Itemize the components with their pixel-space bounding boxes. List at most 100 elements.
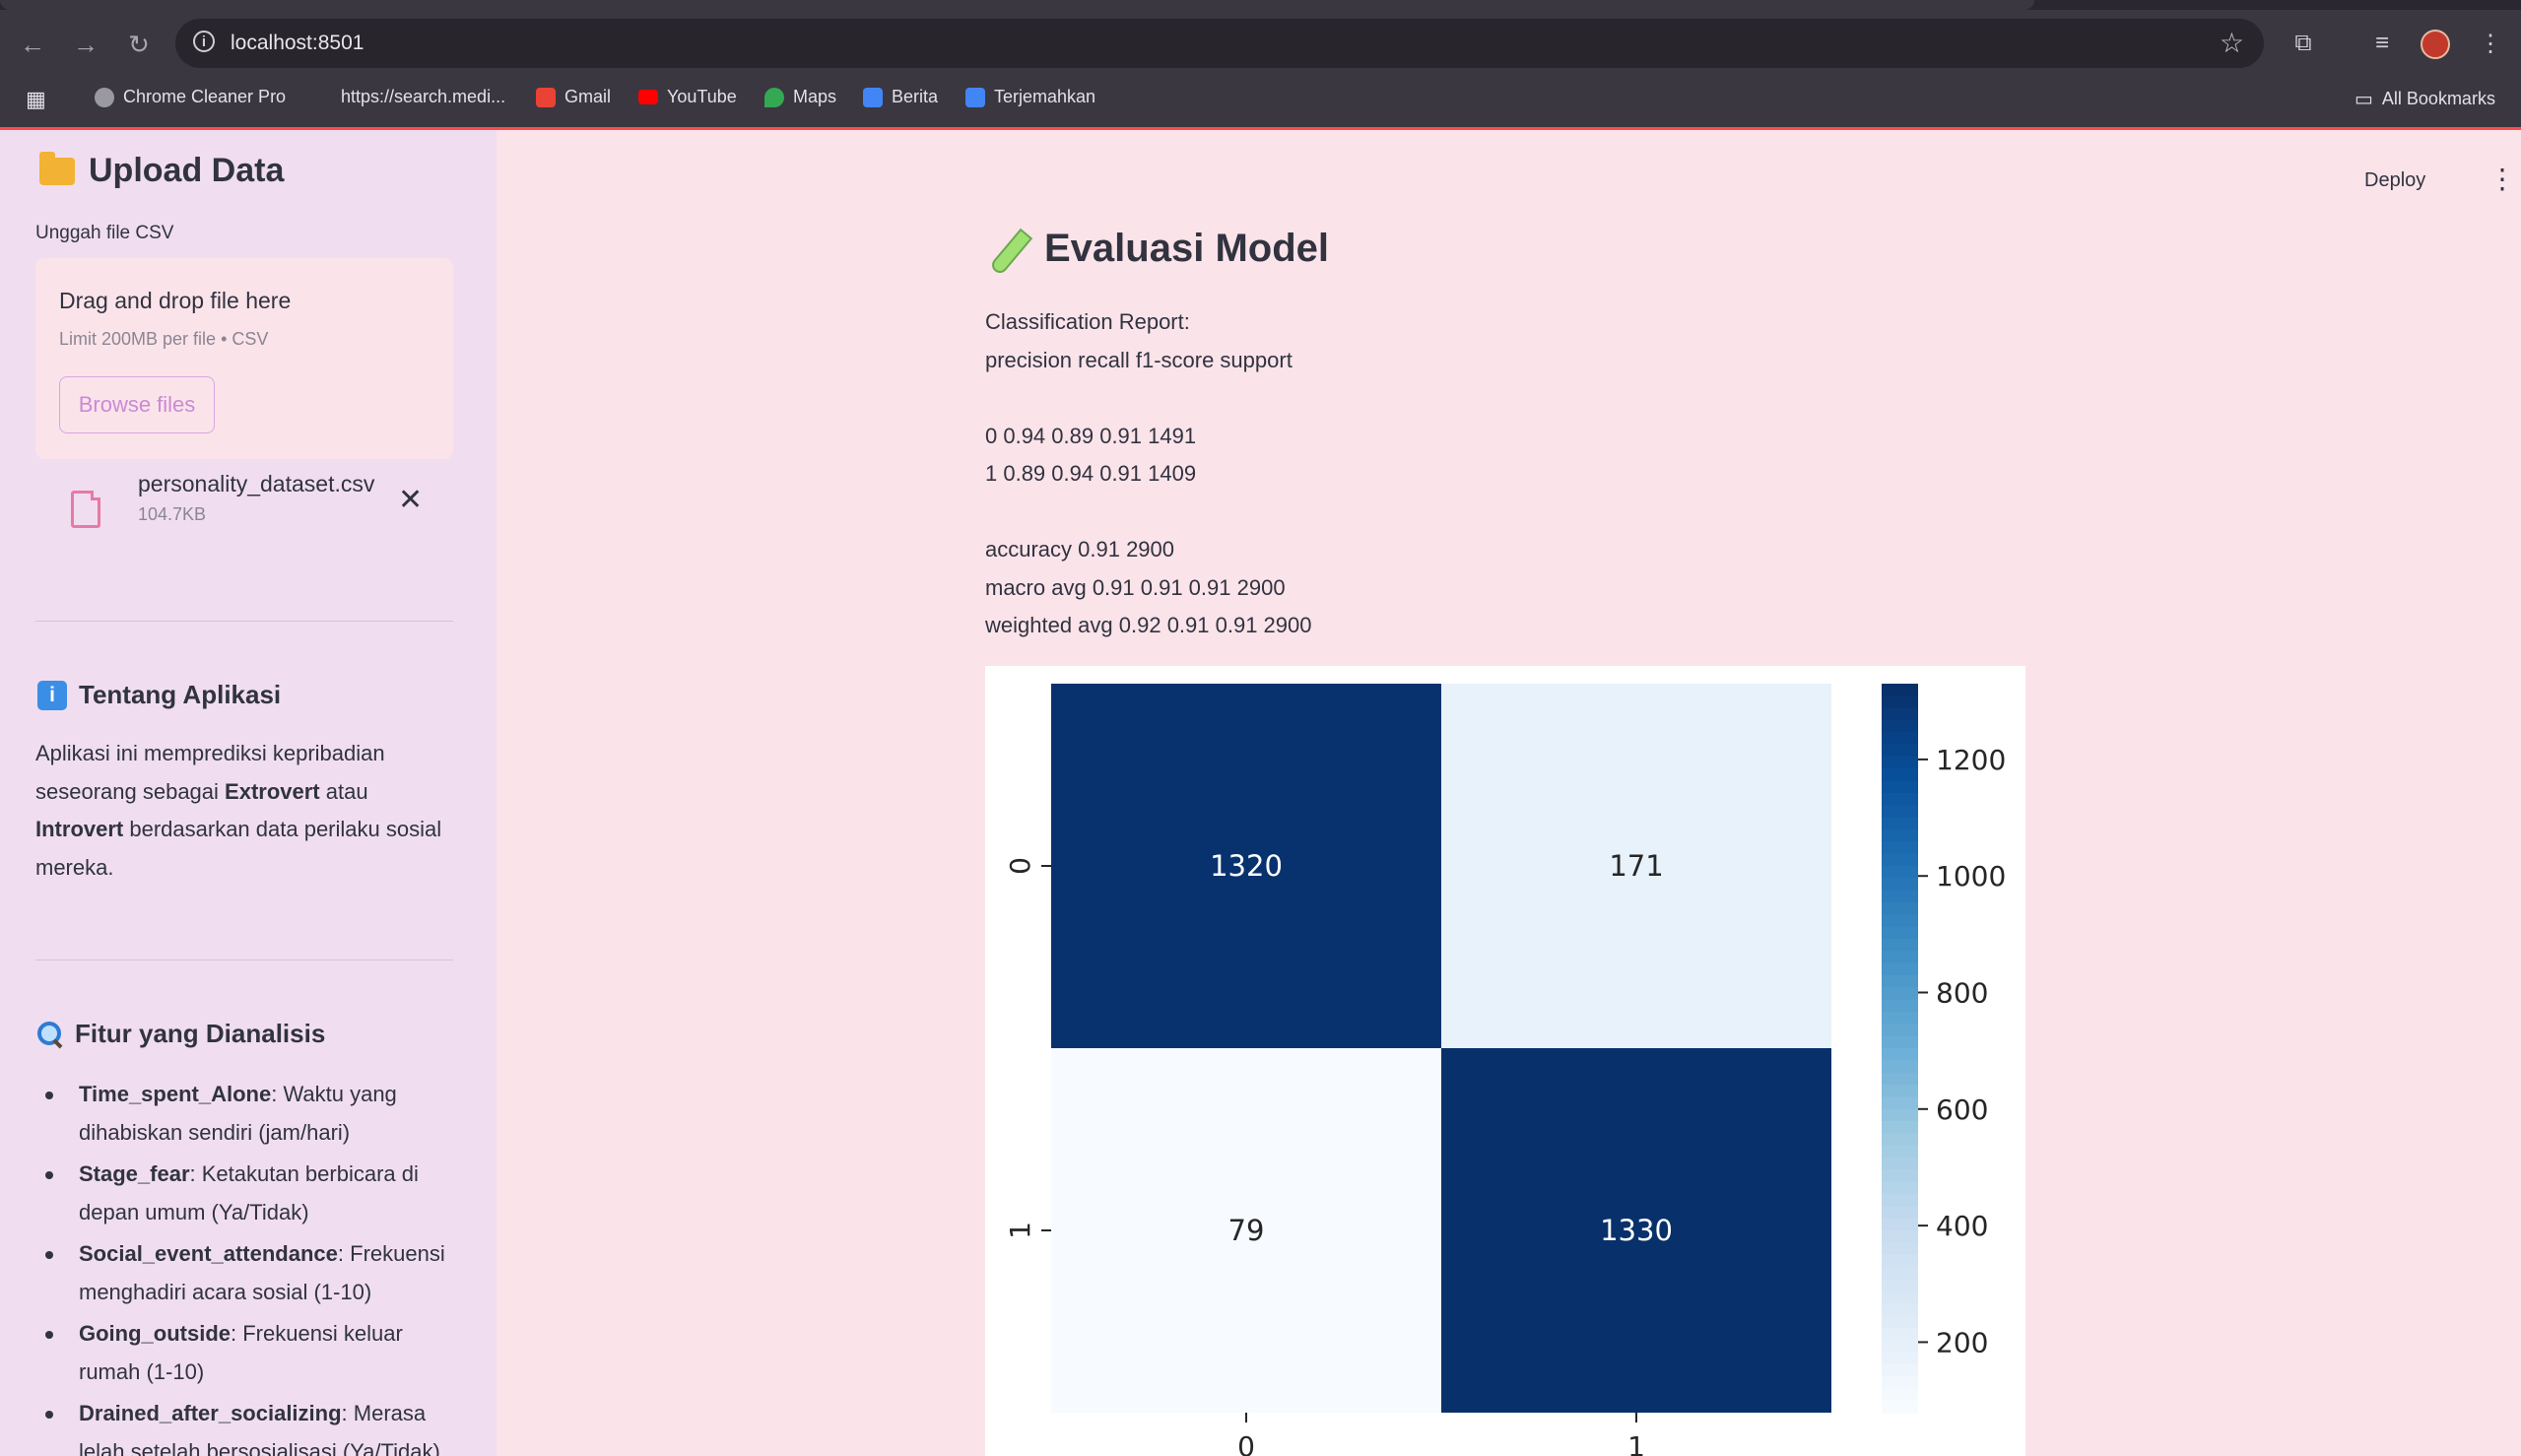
dropzone-limit: Limit 200MB per file • CSV [59, 329, 269, 349]
about-extrovert: Extrovert [225, 778, 320, 804]
feature-name: Stage_fear [79, 1161, 190, 1186]
bookmarks-bar: ▦ Chrome Cleaner Pro https://search.medi… [0, 79, 2521, 118]
remove-file-icon[interactable]: ✕ [398, 483, 423, 517]
bookmark-maps[interactable]: Maps [764, 87, 836, 107]
colorbar-segment [1882, 1121, 1918, 1135]
media-controls-icon[interactable]: ≡ [2364, 26, 2400, 61]
reload-icon[interactable]: ↻ [122, 28, 156, 61]
colorbar-segment [1882, 1060, 1918, 1074]
feature-name: Social_event_attendance [79, 1241, 338, 1266]
apps-grid-icon[interactable]: ▦ [26, 87, 46, 112]
colorbar-segment [1882, 987, 1918, 1001]
colorbar-segment [1882, 878, 1918, 892]
colorbar-segment [1882, 780, 1918, 794]
app-menu-icon[interactable]: ⋮ [2488, 165, 2516, 193]
upload-title: Upload Data [89, 152, 285, 189]
bookmark-label: Chrome Cleaner Pro [123, 87, 287, 106]
colorbar-segment [1882, 1327, 1918, 1341]
forward-icon[interactable]: → [69, 28, 102, 61]
x-tick-label: 0 [1237, 1430, 1255, 1456]
colorbar-segment [1882, 939, 1918, 953]
bookmark-star-icon[interactable]: ☆ [2220, 27, 2244, 59]
list-item: Drained_after_socializing: Merasa lelah … [35, 1395, 469, 1456]
profile-avatar[interactable] [2421, 30, 2450, 59]
uploaded-file: personality_dataset.csv 104.7KB ✕ [35, 465, 453, 554]
list-item: Going_outside: Frekuensi keluar rumah (1… [35, 1315, 469, 1391]
colorbar-segment [1882, 1181, 1918, 1195]
colorbar-segment [1882, 1024, 1918, 1037]
extensions-icon[interactable]: ⧉ [2286, 26, 2321, 61]
report-line: Classification Report: [985, 309, 1190, 334]
address-bar[interactable]: i localhost:8501 ☆ [175, 19, 2264, 68]
colorbar-segment [1882, 744, 1918, 758]
bookmark-chrome-cleaner[interactable]: Chrome Cleaner Pro [95, 87, 286, 107]
colorbar-segment [1882, 1048, 1918, 1062]
colorbar-segment [1882, 1133, 1918, 1147]
colorbar-segment [1882, 829, 1918, 843]
confusion-matrix-chart: 1320 17179 13300 10120040060080010001200 [985, 666, 2025, 1456]
x-tick-label: 1 [1627, 1430, 1645, 1456]
colorbar-segment [1882, 757, 1918, 770]
report-line: accuracy 0.91 2900 [985, 537, 1175, 562]
colorbar-segment [1882, 1291, 1918, 1304]
colorbar-segment [1882, 1388, 1918, 1402]
colorbar-segment [1882, 1012, 1918, 1026]
site-info-icon[interactable]: i [193, 31, 215, 52]
bookmark-label: Terjemahkan [994, 87, 1096, 106]
browser-menu-icon[interactable]: ⋮ [2473, 26, 2508, 61]
y-tick-label: 0 [1004, 857, 1036, 875]
all-bookmarks-label: All Bookmarks [2381, 89, 2495, 108]
deploy-button[interactable]: Deploy [2364, 169, 2425, 192]
colorbar-segment [1882, 1315, 1918, 1329]
feature-name: Drained_after_socializing [79, 1401, 342, 1425]
colorbar-segment [1882, 926, 1918, 940]
report-line: 1 0.89 0.94 0.91 1409 [985, 461, 1197, 486]
info-icon: i [37, 680, 67, 710]
youtube-icon [638, 90, 658, 104]
colorbar-segment [1882, 1303, 1918, 1317]
sidebar: Upload Data Unggah file CSV Drag and dro… [0, 130, 497, 1456]
colorbar-segment [1882, 962, 1918, 976]
all-bookmarks[interactable]: ▭ All Bookmarks [2355, 87, 2495, 111]
bookmark-label: Maps [793, 87, 837, 106]
list-item: Stage_fear: Ketakutan berbicara di depan… [35, 1156, 469, 1231]
colorbar-segment [1882, 1218, 1918, 1231]
bookmark-youtube[interactable]: YouTube [638, 87, 737, 107]
colorbar-segment [1882, 866, 1918, 880]
colorbar-segment [1882, 695, 1918, 709]
bookmark-gmail[interactable]: Gmail [536, 87, 611, 107]
colorbar-segment [1882, 1108, 1918, 1122]
colorbar-segment [1882, 1352, 1918, 1365]
url-text[interactable]: localhost:8501 [231, 32, 364, 55]
colorbar-segment [1882, 853, 1918, 867]
colorbar-segment [1882, 1267, 1918, 1281]
news-icon [863, 87, 883, 107]
bookmark-search-medi[interactable]: https://search.medi... [341, 87, 505, 107]
folder-icon: ▭ [2355, 89, 2373, 110]
page-title: Evaluasi Model [985, 227, 1329, 271]
features-heading: Fitur yang Dianalisis [37, 1019, 325, 1049]
active-tab[interactable] [0, 0, 2034, 10]
colorbar-segment [1882, 1096, 1918, 1110]
back-icon[interactable]: ← [16, 28, 49, 61]
colorbar-segment [1882, 1169, 1918, 1183]
magnifier-icon [37, 1021, 63, 1047]
colorbar-segment [1882, 975, 1918, 989]
browser-chrome: ← → ↻ i localhost:8501 ☆ ⧉ ≡ ⋮ ▦ Chrome … [0, 0, 2521, 130]
report-line [985, 379, 1312, 418]
file-dropzone[interactable]: Drag and drop file here Limit 200MB per … [35, 258, 453, 459]
browse-files-button[interactable]: Browse files [59, 376, 215, 433]
colorbar-segment [1882, 684, 1918, 697]
colorbar-tick-label: 400 [1936, 1210, 1988, 1242]
bookmark-terjemahkan[interactable]: Terjemahkan [965, 87, 1095, 107]
feature-name: Going_outside [79, 1321, 231, 1346]
colorbar-tick-label: 800 [1936, 977, 1988, 1010]
about-text-part: atau [319, 778, 368, 804]
report-line [985, 494, 1312, 532]
colorbar-segment [1882, 1035, 1918, 1049]
bookmark-berita[interactable]: Berita [863, 87, 938, 107]
colorbar-segment [1882, 1085, 1918, 1098]
bookmark-label: YouTube [667, 87, 737, 106]
divider [35, 621, 453, 622]
report-line: weighted avg 0.92 0.91 0.91 2900 [985, 613, 1312, 637]
